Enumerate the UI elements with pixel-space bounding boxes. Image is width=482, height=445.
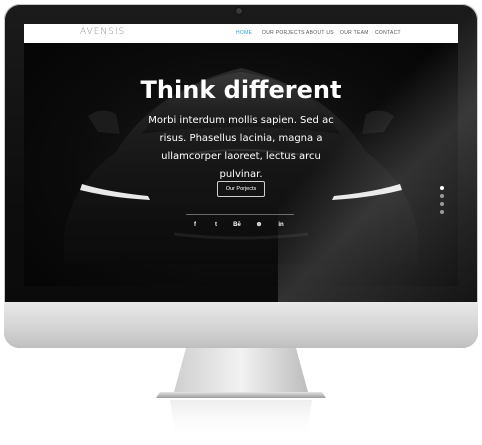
monitor-stand [156, 348, 326, 440]
